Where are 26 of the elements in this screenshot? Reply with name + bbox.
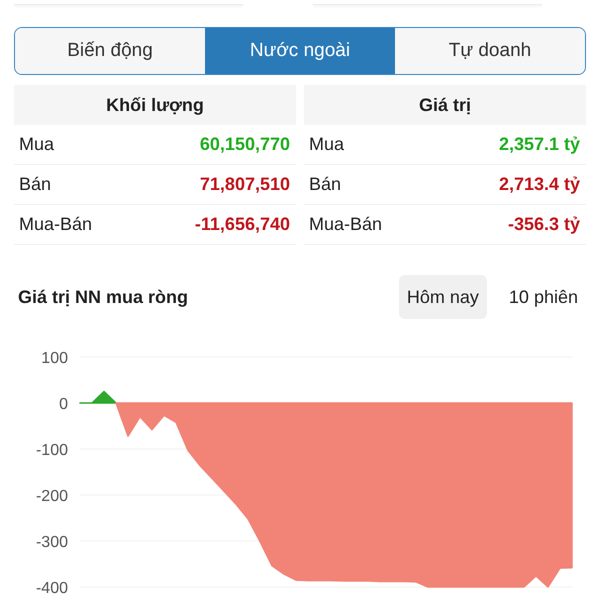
chart-title: Giá trị NN mua ròng [18, 286, 190, 308]
row-label: Mua [309, 134, 344, 155]
y-axis-label: 100 [41, 350, 68, 367]
row-label: Mua [19, 134, 54, 155]
period-button[interactable]: 10 phiên [500, 275, 586, 319]
y-axis-label: -300 [36, 534, 68, 551]
table-header: Khối lượng [14, 85, 296, 125]
row-value: -356.3 tỷ [508, 214, 580, 235]
row-value: 2,357.1 tỷ [498, 134, 580, 155]
tab[interactable]: Nước ngoài [205, 28, 395, 74]
y-axis-label: -100 [36, 442, 68, 459]
row-label: Bán [309, 174, 342, 195]
row-label: Mua-Bán [309, 214, 382, 235]
row-value: 2,713.4 tỷ [498, 174, 580, 195]
row-value: 60,150,770 [200, 134, 290, 155]
table-header: Giá trị [304, 85, 586, 125]
y-axis-label: 0 [59, 396, 68, 413]
tab[interactable]: Biến động [15, 28, 205, 74]
y-axis-label: -400 [36, 580, 68, 596]
period-button[interactable]: Hôm nay [398, 275, 487, 319]
row-label: Mua-Bán [19, 214, 92, 235]
row-value: 71,807,510 [200, 174, 290, 195]
row-label: Bán [19, 174, 52, 195]
row-value: -11,656,740 [194, 214, 290, 235]
y-axis-label: -200 [36, 488, 68, 505]
tab[interactable]: Tự doanh [395, 28, 585, 74]
